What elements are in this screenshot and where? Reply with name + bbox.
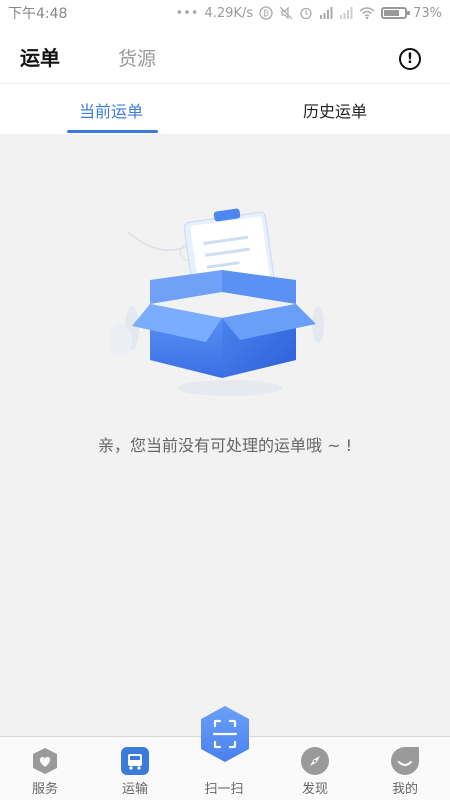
data-saver-icon: ₿ <box>259 6 273 20</box>
cellular-icon <box>340 7 353 19</box>
scan-icon[interactable] <box>199 705 251 763</box>
status-time: 下午4:48 <box>8 6 68 22</box>
active-tab-indicator <box>67 130 158 133</box>
cellular-hd-icon <box>320 7 333 19</box>
bus-icon <box>121 747 149 775</box>
wifi-icon <box>359 7 375 20</box>
info-icon-glyph: ! <box>406 51 414 67</box>
empty-state-message: 亲，您当前没有可处理的运单哦 ~ ! <box>98 436 352 455</box>
tab-waybill[interactable]: 运单 <box>20 42 60 71</box>
nav-label-discover: 发现 <box>301 782 328 797</box>
compass-icon <box>301 747 329 775</box>
battery-icon <box>381 7 411 19</box>
nav-item-transport[interactable]: 运输 <box>100 737 170 800</box>
nav-label-mine: 我的 <box>391 782 418 797</box>
status-indicators: ••• 4.29K/s ₿ 73% <box>175 6 442 21</box>
tab-cargo-source[interactable]: 货源 <box>118 44 156 71</box>
alarm-icon <box>300 7 312 20</box>
nav-label-scan: 扫一扫 <box>204 782 244 797</box>
tab-current-waybill[interactable]: 当前运单 <box>79 98 143 122</box>
svg-text:₿: ₿ <box>263 9 269 18</box>
smile-icon <box>391 747 419 775</box>
network-speed: 4.29K/s <box>204 5 254 21</box>
signal-dots-icon: ••• <box>175 5 199 21</box>
nav-item-discover[interactable]: 发现 <box>280 737 350 800</box>
mute-icon <box>279 6 293 20</box>
waybill-subtabs: 当前运单 历史运单 <box>0 84 450 134</box>
nav-item-services[interactable]: 服务 <box>10 737 80 800</box>
battery-percent: 73% <box>413 5 442 21</box>
nav-label-services: 服务 <box>31 782 58 797</box>
empty-box-illustration <box>110 208 324 396</box>
nav-item-mine[interactable]: 我的 <box>370 737 440 800</box>
heart-shield-icon <box>33 748 57 774</box>
info-icon[interactable]: ! <box>399 48 421 70</box>
tab-history-waybill[interactable]: 历史运单 <box>303 98 367 122</box>
nav-label-transport: 运输 <box>121 782 148 797</box>
status-bar: 下午4:48 ••• 4.29K/s ₿ 73% <box>0 0 450 26</box>
top-header: 运单 货源 ! <box>0 26 450 84</box>
